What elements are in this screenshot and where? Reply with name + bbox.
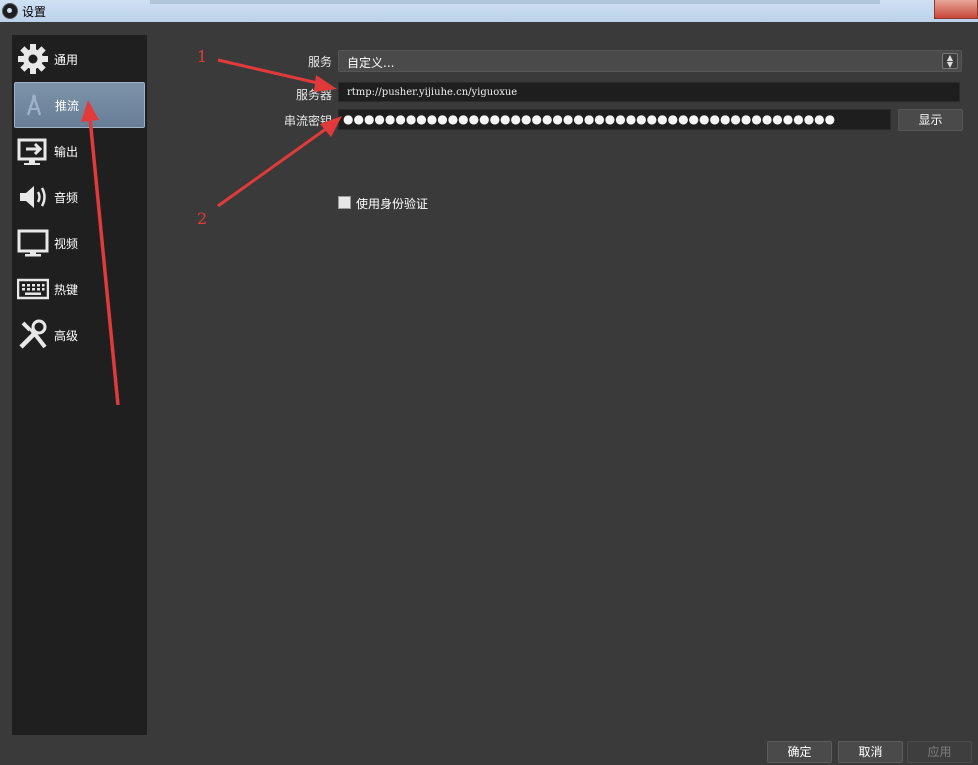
- server-label: 服务器: [295, 88, 332, 102]
- speaker-icon: [20, 186, 46, 208]
- stream-key-label: 串流密钥: [283, 114, 332, 128]
- sidebar-item-hotkeys[interactable]: 热键: [14, 267, 145, 311]
- service-value: 自定义...: [347, 56, 395, 70]
- cancel-button[interactable]: 取消: [838, 741, 903, 763]
- stream-icon: [26, 93, 42, 116]
- ok-button[interactable]: 确定: [767, 741, 832, 763]
- service-select[interactable]: 自定义... ▲ ▼: [338, 50, 962, 72]
- annotation-number-2: 2: [197, 209, 208, 228]
- close-button[interactable]: [934, 0, 978, 19]
- window-title: 设置: [22, 5, 47, 19]
- server-input[interactable]: [338, 82, 960, 102]
- sidebar-item-label: 通用: [54, 53, 79, 67]
- output-icon: [17, 138, 47, 165]
- sidebar-item-video[interactable]: 视频: [14, 221, 145, 265]
- apply-button[interactable]: 应用: [907, 741, 972, 763]
- annotation-number-1: 1: [197, 47, 208, 66]
- sidebar-item-label: 推流: [55, 99, 80, 113]
- obs-logo-icon: [2, 3, 18, 19]
- sidebar-item-advanced[interactable]: 高级: [14, 313, 145, 357]
- sidebar-item-general[interactable]: 通用: [14, 37, 145, 81]
- keyboard-icon: [17, 278, 49, 300]
- sidebar-item-output[interactable]: 输出: [14, 129, 145, 173]
- sidebar-item-label: 音频: [54, 191, 79, 205]
- checkbox-box[interactable]: [338, 196, 351, 209]
- tools-icon: [19, 319, 47, 349]
- sidebar-item-label: 高级: [54, 329, 79, 343]
- title-bar-background: [150, 0, 880, 4]
- sidebar-item-stream[interactable]: 推流: [14, 82, 145, 128]
- sidebar-item-label: 输出: [54, 145, 79, 159]
- sidebar-item-label: 热键: [54, 283, 79, 297]
- service-label: 服务: [307, 55, 332, 69]
- use-authentication-label: 使用身份验证: [356, 197, 429, 211]
- sidebar-item-label: 视频: [54, 237, 79, 251]
- gear-icon: [18, 44, 48, 74]
- monitor-icon: [17, 229, 49, 257]
- show-key-button[interactable]: 显示: [898, 109, 963, 131]
- sidebar-item-audio[interactable]: 音频: [14, 175, 145, 219]
- title-bar: 设置: [0, 0, 978, 22]
- chevron-updown-icon: ▲ ▼: [942, 53, 958, 69]
- stream-key-input[interactable]: ●●●●●●●●●●●●●●●●●●●●●●●●●●●●●●●●●●●●●●●●…: [338, 109, 891, 130]
- annotation-arrow-2: [217, 116, 342, 208]
- settings-sidebar: 通用 推流 输出 音频 视频 热键 高级: [12, 35, 147, 735]
